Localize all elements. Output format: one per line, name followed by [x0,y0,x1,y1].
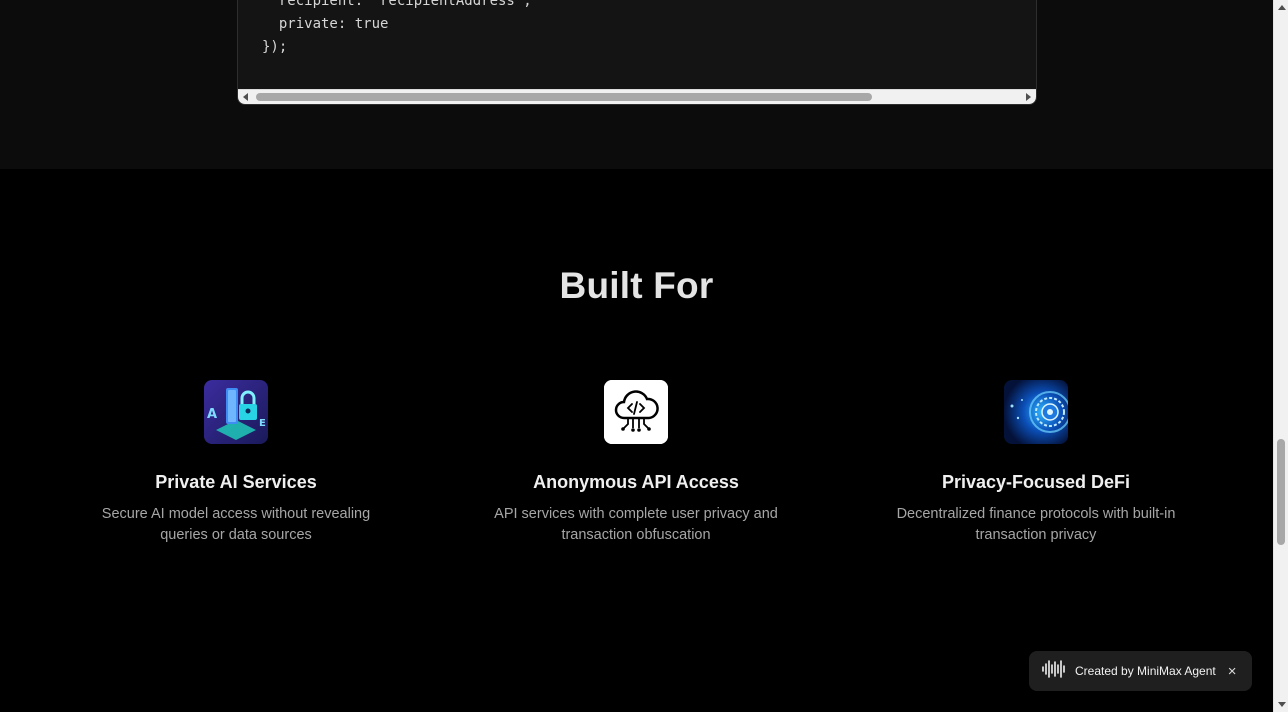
waveform-icon [1041,659,1067,684]
scroll-up-arrow-icon[interactable] [1274,0,1288,15]
scroll-left-arrow-icon[interactable] [238,90,253,104]
created-by-badge[interactable]: Created by MiniMax Agent × [1029,651,1252,691]
code-example-section: recipient: 'recipientAddress', private: … [0,0,1273,169]
page-vertical-scrollbar[interactable] [1273,0,1288,712]
svg-text:E: E [259,418,266,429]
code-line: private: true [262,16,389,32]
code-horizontal-scrollbar[interactable] [238,89,1036,104]
card-title: Private AI Services [155,472,317,492]
use-case-card-privacy-defi: Privacy-Focused DeFi Decentralized finan… [836,380,1236,546]
code-block: recipient: 'recipientAddress', private: … [237,0,1037,105]
code-line: }); [262,39,288,55]
section-title: Built For [559,265,714,306]
card-title: Anonymous API Access [533,472,739,492]
ai-lock-icon: A E [204,380,268,444]
scroll-right-arrow-icon[interactable] [1021,90,1036,104]
cloud-code-icon [604,380,668,444]
use-case-card-anonymous-api: Anonymous API Access API services with c… [436,380,836,546]
svg-text:A: A [207,407,217,422]
close-icon[interactable]: × [1228,664,1237,679]
use-case-card-private-ai: A E Private AI Services Secure AI model … [36,380,436,546]
card-description: API services with complete user privacy … [494,506,778,543]
built-for-section: Built For A E Private AI Services Secure… [0,169,1273,712]
vertical-scroll-thumb[interactable] [1277,439,1285,545]
badge-label: Created by MiniMax Agent [1075,664,1216,678]
code-line: recipient: 'recipientAddress', [262,0,532,9]
card-description: Decentralized finance protocols with bui… [896,506,1176,543]
horizontal-scroll-thumb[interactable] [256,93,872,101]
card-description: Secure AI model access without revealing… [101,506,371,543]
code-lines: recipient: 'recipientAddress', private: … [262,0,532,59]
defi-privacy-icon [1004,380,1068,444]
card-title: Privacy-Focused DeFi [941,472,1131,492]
scroll-down-arrow-icon[interactable] [1274,697,1288,712]
